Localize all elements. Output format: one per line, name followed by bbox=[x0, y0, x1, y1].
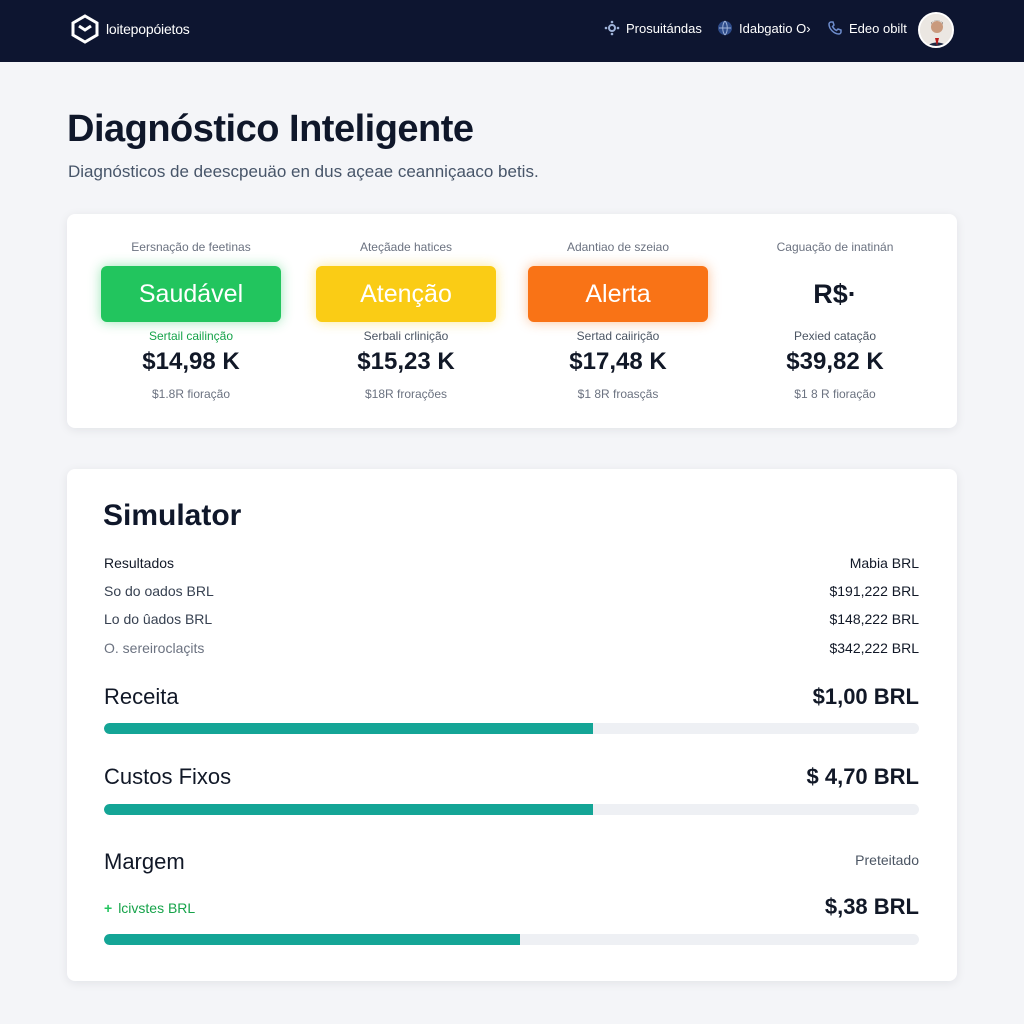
status-note: $18R frorações bbox=[364, 387, 448, 401]
status-value: $17,48 K bbox=[569, 348, 667, 375]
custos-fixos-label: Custos Fixos bbox=[104, 764, 232, 789]
margem-sub-label: lcivstes BRL bbox=[118, 900, 196, 916]
status-badge-healthy[interactable]: Saudável bbox=[101, 266, 281, 322]
result-row-value: $191,222 BRL bbox=[829, 583, 919, 599]
nav-label: Edeo obilt bbox=[849, 20, 907, 36]
status-caption: Caguação de inatinán bbox=[776, 240, 894, 254]
status-sub: Sertad caiirição bbox=[576, 329, 660, 343]
status-value: $14,98 K bbox=[142, 348, 240, 375]
margem-progress-fill bbox=[104, 934, 520, 945]
status-value: $15,23 K bbox=[357, 348, 455, 375]
result-row-value: $342,222 BRL bbox=[829, 640, 919, 656]
receita-progress-fill bbox=[104, 723, 593, 734]
margem-caption: Preteitado bbox=[855, 852, 919, 868]
status-column-healthy: Eersnação de feetinas Saudável Sertail c… bbox=[91, 214, 291, 428]
nav-item-language[interactable]: Idabgatio O› bbox=[717, 20, 811, 36]
simulator-title: Simulator bbox=[103, 499, 242, 532]
user-avatar-icon bbox=[920, 14, 952, 46]
page-title: Diagnóstico Inteligente bbox=[67, 108, 474, 150]
result-row-label: Lo do ûados BRL bbox=[104, 611, 213, 627]
globe-icon bbox=[718, 20, 732, 36]
page-subtitle: Diagnósticos de deescpeuäo en dus açeae … bbox=[68, 162, 539, 181]
phone-icon bbox=[828, 21, 842, 35]
margem-sub-row: + lcivstes BRL bbox=[104, 900, 195, 916]
brand[interactable]: loitepopóietos bbox=[70, 14, 190, 44]
status-sub: Sertail cailinção bbox=[148, 329, 234, 343]
results-header: Resultados bbox=[104, 555, 175, 571]
receita-progress-bar[interactable] bbox=[104, 723, 919, 734]
margem-value: $,38 BRL bbox=[824, 894, 919, 919]
status-note: $1.8R fioração bbox=[151, 387, 231, 401]
result-row-value: $148,222 BRL bbox=[829, 611, 919, 627]
custos-fixos-progress-fill bbox=[104, 804, 593, 815]
receita-label: Receita bbox=[104, 684, 179, 709]
logo-icon bbox=[71, 14, 99, 44]
status-caption: Adantiao de szeiao bbox=[566, 240, 670, 254]
brand-name: loitepopóietos bbox=[106, 21, 190, 37]
status-column-total: Caguação de inatinán R$· Pexied catação … bbox=[735, 214, 935, 428]
top-navigation: loitepopóietos Prosuitándas Idabgatio O›… bbox=[0, 0, 1024, 62]
simulator-card: Simulator Resultados Mabia BRL So do oad… bbox=[67, 469, 957, 981]
status-sub: Serbali crlinição bbox=[363, 329, 449, 343]
status-note: $1 8R froasçãs bbox=[577, 387, 659, 401]
status-caption: Eersnação de feetinas bbox=[131, 240, 251, 254]
status-value: $39,82 K bbox=[786, 348, 884, 375]
plus-icon: + bbox=[104, 900, 113, 916]
custos-fixos-progress-bar[interactable] bbox=[104, 804, 919, 815]
avatar[interactable] bbox=[918, 12, 954, 48]
status-caption: Ateçãade hatices bbox=[359, 240, 453, 254]
nav-item-products[interactable]: Prosuitándas bbox=[604, 20, 702, 36]
settings-icon bbox=[604, 20, 620, 36]
status-badge-alert[interactable]: Alerta bbox=[528, 266, 708, 322]
currency-symbol: R$· bbox=[813, 278, 857, 309]
custos-fixos-value: $ 4,70 BRL bbox=[806, 764, 920, 789]
nav-item-contact[interactable]: Edeo obilt bbox=[827, 20, 907, 36]
nav-label: Idabgatio O› bbox=[739, 20, 811, 36]
status-note: $1 8 R fioração bbox=[794, 387, 876, 401]
status-sub: Pexied catação bbox=[793, 329, 877, 343]
status-column-alert: Adantiao de szeiao Alerta Sertad caiiriç… bbox=[518, 214, 718, 428]
result-row-label: O. sereiroclaçits bbox=[104, 640, 205, 656]
status-column-attention: Ateçãade hatices Atenção Serbali crliniç… bbox=[306, 214, 506, 428]
status-badge-attention[interactable]: Atenção bbox=[316, 266, 496, 322]
result-row-label: So do oados BRL bbox=[104, 583, 214, 599]
margem-label: Margem bbox=[104, 849, 185, 874]
receita-value: $1,00 BRL bbox=[812, 684, 919, 709]
results-header-right: Mabia BRL bbox=[849, 555, 919, 571]
nav-label: Prosuitándas bbox=[626, 20, 702, 36]
status-summary-card: Eersnação de feetinas Saudável Sertail c… bbox=[67, 214, 957, 428]
margem-progress-bar[interactable] bbox=[104, 934, 919, 945]
